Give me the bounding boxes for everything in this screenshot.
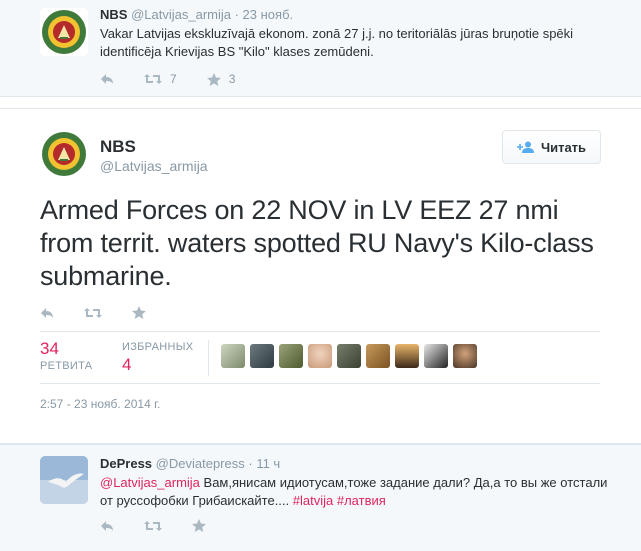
- divider: [40, 331, 600, 332]
- favorited-by-list: [221, 344, 482, 368]
- star-icon: [132, 306, 146, 319]
- tweet-actions: [40, 306, 176, 319]
- author-name[interactable]: NBS: [100, 137, 136, 157]
- reply-button[interactable]: [100, 73, 114, 85]
- author-handle[interactable]: @Latvijas_armija: [100, 158, 208, 174]
- avatar[interactable]: [40, 8, 88, 56]
- tweet-text: Vakar Latvijas ekskluzīvajā ekonom. zonā…: [100, 26, 574, 59]
- star-icon: [206, 72, 221, 86]
- reply-button[interactable]: [40, 307, 54, 319]
- reply-icon: [41, 307, 53, 318]
- retweet-icon: [84, 307, 102, 318]
- retweet-button[interactable]: [144, 520, 162, 532]
- star-icon: [192, 519, 206, 532]
- avatar[interactable]: [337, 344, 361, 368]
- tweet-actions: [100, 519, 236, 532]
- avatar[interactable]: [308, 344, 332, 368]
- hashtag-link[interactable]: #латвия: [337, 493, 386, 508]
- tweet-time[interactable]: · 11 ч: [248, 456, 280, 471]
- retweet-button[interactable]: [84, 307, 102, 319]
- tweet-previous[interactable]: NBS @Latvijas_armija · 23 нояб. Vakar La…: [0, 0, 641, 97]
- divider: [208, 340, 209, 376]
- tweet-time[interactable]: · 23 нояб.: [235, 7, 294, 22]
- avatar[interactable]: [40, 456, 88, 504]
- retweet-count[interactable]: 34: [40, 339, 59, 359]
- retweet-icon: [144, 520, 162, 531]
- avatar[interactable]: [279, 344, 303, 368]
- mention-link[interactable]: @Latvijas_armija: [100, 475, 200, 490]
- avatar[interactable]: [366, 344, 390, 368]
- tweet-actions: 7 3: [100, 72, 265, 86]
- avatar[interactable]: [424, 344, 448, 368]
- retweet-count: 7: [170, 72, 177, 86]
- favorite-button[interactable]: [132, 306, 146, 319]
- retweet-icon: [144, 74, 162, 84]
- reply-icon: [101, 74, 113, 84]
- follow-label: Читать: [540, 139, 587, 155]
- favorite-button[interactable]: 3: [206, 72, 236, 86]
- favorite-button[interactable]: [192, 519, 206, 532]
- favorite-count[interactable]: 4: [122, 355, 131, 375]
- tweet-text: Armed Forces on 22 NOV in LV EEZ 27 nmi …: [40, 195, 594, 291]
- divider: [40, 383, 600, 384]
- tweet-timestamp[interactable]: 2:57 - 23 нояб. 2014 г.: [40, 397, 160, 411]
- avatar[interactable]: [250, 344, 274, 368]
- author-handle[interactable]: @Latvijas_armija: [131, 7, 231, 22]
- reply-button[interactable]: [100, 520, 114, 532]
- avatar[interactable]: [453, 344, 477, 368]
- avatar[interactable]: [395, 344, 419, 368]
- add-user-icon: [516, 141, 534, 153]
- avatar[interactable]: [221, 344, 245, 368]
- favorite-count: 3: [228, 72, 236, 86]
- author-name[interactable]: DePress: [100, 456, 152, 471]
- avatar[interactable]: [40, 130, 88, 178]
- hashtag-link[interactable]: #latvija: [293, 493, 333, 508]
- reply-icon: [101, 520, 113, 531]
- tweet-header: NBS @Latvijas_armija · 23 нояб.: [100, 7, 293, 22]
- tweet-text: @Latvijas_armija Вам,янисам идиотусам,то…: [100, 474, 620, 510]
- author-handle[interactable]: @Deviatepress: [156, 456, 245, 471]
- favorite-label[interactable]: ИЗБРАННЫХ: [122, 341, 193, 353]
- follow-button[interactable]: Читать: [502, 130, 601, 164]
- retweet-label[interactable]: РЕТВИТА: [40, 360, 92, 372]
- retweet-button[interactable]: 7: [144, 72, 177, 86]
- author-name[interactable]: NBS: [100, 7, 127, 22]
- tweet-header: DePress @Deviatepress · 11 ч: [100, 456, 280, 471]
